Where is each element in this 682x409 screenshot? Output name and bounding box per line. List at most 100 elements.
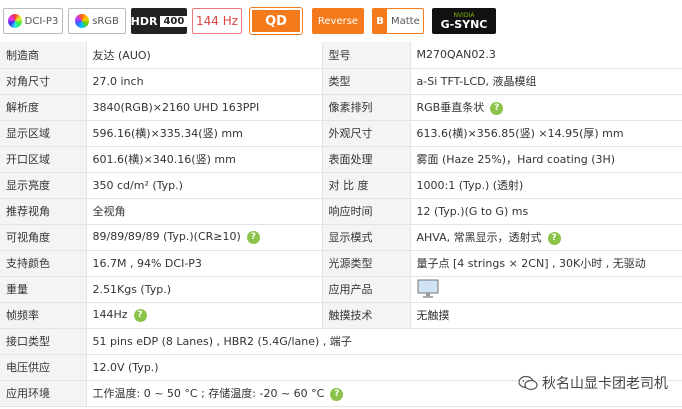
table-row: 帧频率 144Hz? 触摸技术 无触摸: [0, 302, 682, 329]
table-row: 推荐视角 全视角 响应时间 12 (Typ.)(G to G) ms: [0, 198, 682, 225]
spec-label-text: 可视角度: [6, 231, 50, 244]
table-row: 重量 2.51Kgs (Typ.) 应用产品: [0, 276, 682, 303]
help-icon[interactable]: ?: [330, 387, 344, 401]
help-icon[interactable]: ?: [133, 308, 147, 322]
spec-value-text: 144Hz: [92, 308, 128, 322]
matte-label: Matte: [391, 15, 420, 27]
table-row: 开口区域 601.6(横)×340.16(竖) mm 表面处理 雾面 (Haze 25…: [0, 146, 682, 173]
help-icon[interactable]: ?: [490, 101, 504, 115]
spec-value-text: 350 cd/m² (Typ.): [92, 178, 183, 192]
spec-label: 电压供应: [0, 354, 87, 381]
spec-value-text: 工作温度: 0 ~ 50 °C ; 存储温度: -20 ~ 60 °C: [92, 387, 325, 400]
spec-value-text: 2.51Kgs (Typ.): [92, 282, 172, 296]
spec-value-text: 51 pins eDP (8 Lanes) , HBR2 (5.4G/lane)…: [92, 335, 352, 348]
spec-label: 制造商: [0, 42, 87, 69]
spec-label: 外观尺寸: [322, 120, 411, 147]
spec-table: 制造商 友达 (AUO) 型号 M270QAN02.3 对角尺寸 27.0 inch 类型 a…: [0, 42, 682, 407]
spec-value-text: 友达 (AUO): [92, 48, 151, 62]
matte-badge: B Matte: [372, 8, 424, 34]
spec-value: [410, 276, 682, 303]
table-row: 制造商 友达 (AUO) 型号 M270QAN02.3: [0, 42, 682, 69]
spec-label-text: 像素排列: [328, 101, 373, 114]
dci-p3-badge: DCI-P3: [3, 8, 63, 34]
spec-value-text: 全视角: [92, 205, 126, 218]
refresh-rate-label: 144 Hz: [195, 14, 239, 28]
spec-value-text: M270QAN02.3: [416, 48, 496, 62]
spec-value-text: 27.0 inch: [92, 74, 144, 88]
spec-label-text: 帧频率: [6, 309, 39, 322]
spec-label: 触摸技术: [322, 302, 411, 329]
spec-value-text: 596.16(横)×335.34(竖) mm: [92, 127, 243, 140]
spec-value-text: 量子点 [4 strings × 2CN] , 30K小时 , 无驱动: [416, 257, 646, 270]
spec-value-text: 无触摸: [416, 309, 450, 322]
color-wheel-icon: [7, 14, 22, 28]
feature-badges: DCI-P3 sRGB HDR 400 144 Hz QD Reverse B …: [0, 0, 682, 42]
spec-value-text: RGB垂直条状: [416, 101, 485, 114]
spec-label-text: 应用环境: [6, 387, 50, 400]
spec-value-text: 雾面 (Haze 25%)，Hard coating (3H): [416, 153, 616, 166]
spec-label-text: 推荐视角: [6, 205, 50, 218]
spec-label: 支持颜色: [0, 250, 87, 277]
spec-value: 350 cd/m² (Typ.): [86, 172, 323, 199]
spec-label-text: 对 比 度: [328, 179, 369, 192]
spec-value: 2.51Kgs (Typ.): [86, 276, 323, 303]
spec-value-text: 3840(RGB)×2160 UHD 163PPI: [92, 100, 260, 114]
spec-label: 表面处理: [322, 146, 411, 173]
spec-value: a-Si TFT-LCD, 液晶模组: [410, 68, 682, 95]
spec-label: 接口类型: [0, 328, 87, 355]
spec-label: 解析度: [0, 94, 87, 121]
spec-value-text: 12 (Typ.)(G to G) ms: [416, 204, 529, 218]
spec-value-text: 16.7M , 94% DCI-P3: [92, 256, 202, 270]
hdr-level-label: 400: [160, 15, 188, 27]
matte-b-icon: B: [373, 9, 387, 33]
spec-label: 类型: [322, 68, 411, 95]
spec-label-text: 触摸技术: [328, 309, 373, 322]
spec-label-text: 显示亮度: [6, 179, 50, 192]
spec-label-text: 解析度: [6, 101, 39, 114]
spec-label-text: 显示区域: [6, 127, 50, 140]
spec-value: 1000:1 (Typ.) (透射): [410, 172, 682, 199]
spec-value: 144Hz?: [86, 302, 323, 329]
help-icon[interactable]: ?: [547, 231, 561, 245]
spec-value-text: 12.0V (Typ.): [92, 360, 159, 374]
spec-label-text: 支持颜色: [6, 257, 50, 270]
spec-label: 可视角度: [0, 224, 87, 251]
spec-value: 雾面 (Haze 25%)，Hard coating (3H): [410, 146, 682, 173]
table-row: 显示区域 596.16(横)×335.34(竖) mm 外观尺寸 613.6(横)×3…: [0, 120, 682, 147]
spec-label-text: 开口区域: [6, 153, 50, 166]
spec-value: 3840(RGB)×2160 UHD 163PPI: [86, 94, 323, 121]
spec-label: 显示亮度: [0, 172, 87, 199]
spec-label-text: 制造商: [6, 48, 39, 62]
color-wheel-icon: [75, 14, 90, 28]
spec-value: 613.6(横)×356.85(竖) ×14.95(厚) mm: [410, 120, 682, 147]
help-icon[interactable]: ?: [246, 230, 260, 244]
spec-value: 51 pins eDP (8 Lanes) , HBR2 (5.4G/lane)…: [86, 328, 682, 355]
srgb-label: sRGB: [92, 15, 119, 27]
spec-value-text: 613.6(横)×356.85(竖) ×14.95(厚) mm: [416, 127, 624, 140]
table-row: 接口类型 51 pins eDP (8 Lanes) , HBR2 (5.4G/l…: [0, 328, 682, 355]
reverse-label: Reverse: [317, 15, 359, 27]
table-row: 解析度 3840(RGB)×2160 UHD 163PPI 像素排列 RGB垂直条状?: [0, 94, 682, 121]
spec-label-text: 电压供应: [6, 361, 50, 374]
wechat-icon: [518, 375, 538, 391]
spec-label-text: 类型: [328, 75, 351, 88]
spec-value: 596.16(横)×335.34(竖) mm: [86, 120, 323, 147]
spec-label: 应用环境: [0, 380, 87, 407]
gsync-badge: NVIDIA G-SYNC: [432, 8, 496, 34]
spec-label: 推荐视角: [0, 198, 87, 225]
spec-label-text: 光源类型: [328, 257, 373, 270]
spec-label: 重量: [0, 276, 87, 303]
spec-value: 27.0 inch: [86, 68, 323, 95]
spec-value-text: 1000:1 (Typ.) (透射): [416, 179, 524, 192]
spec-label: 应用产品: [322, 276, 411, 303]
srgb-badge: sRGB: [68, 8, 126, 34]
monitor-icon: [417, 279, 438, 298]
spec-value-text: 89/89/89/89 (Typ.)(CR≥10): [92, 230, 241, 244]
qd-badge: QD: [249, 7, 303, 35]
spec-value: 89/89/89/89 (Typ.)(CR≥10)?: [86, 224, 323, 251]
table-row: 可视角度 89/89/89/89 (Typ.)(CR≥10)? 显示模式 AHVA, …: [0, 224, 682, 251]
hdr400-badge: HDR 400: [131, 8, 188, 34]
spec-value: 无触摸: [410, 302, 682, 329]
dci-p3-label: DCI-P3: [24, 15, 59, 27]
watermark: 秋名山显卡团老司机: [518, 373, 668, 393]
